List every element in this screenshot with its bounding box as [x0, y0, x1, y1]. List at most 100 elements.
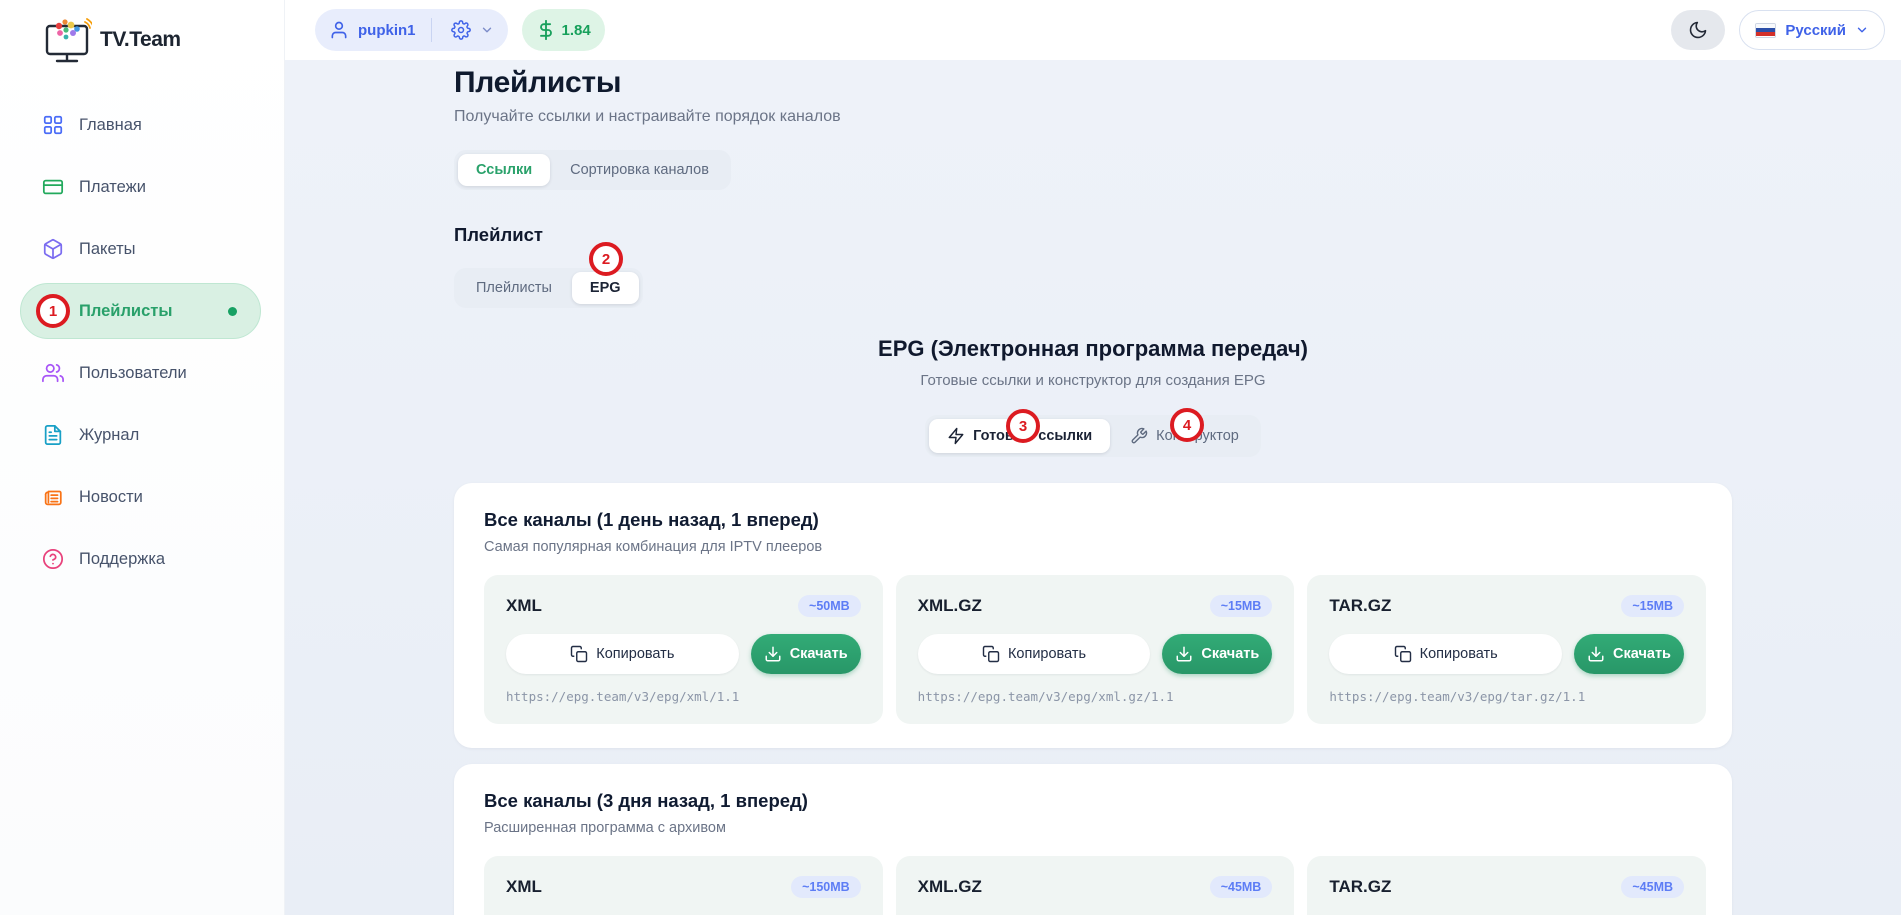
format-tile-targz: TAR.GZ ~45MB: [1307, 856, 1706, 915]
copy-button[interactable]: Копировать: [506, 634, 739, 674]
download-icon: [1587, 645, 1605, 663]
sidebar-item-payments[interactable]: Платежи: [0, 156, 284, 218]
card-subtitle: Самая популярная комбинация для IPTV пле…: [484, 539, 1706, 555]
format-name: TAR.GZ: [1329, 596, 1391, 616]
help-icon: [42, 548, 64, 570]
copy-label: Копировать: [1420, 646, 1498, 662]
download-icon: [1175, 645, 1193, 663]
annotation-marker-3: 3: [1006, 409, 1040, 443]
copy-button[interactable]: Копировать: [1329, 634, 1562, 674]
logo[interactable]: TV.Team: [0, 0, 284, 64]
package-icon: [42, 238, 64, 260]
download-icon: [764, 645, 782, 663]
sidebar-item-label: Платежи: [79, 178, 146, 197]
topbar-right: Русский: [1671, 10, 1901, 50]
copy-icon: [1394, 645, 1412, 663]
card-title: Все каналы (3 дня назад, 1 вперед): [484, 790, 1706, 812]
size-badge: ~15MB: [1210, 595, 1273, 617]
news-icon: [42, 486, 64, 508]
download-label: Скачать: [1613, 646, 1671, 662]
download-button[interactable]: Скачать: [1162, 634, 1272, 674]
bolt-icon: [947, 427, 965, 445]
tab-links[interactable]: Ссылки: [458, 154, 550, 186]
russia-flag-icon: [1755, 23, 1776, 38]
copy-label: Копировать: [596, 646, 674, 662]
wrench-icon: [1130, 427, 1148, 445]
page-subtitle: Получайте ссылки и настраивайте порядок …: [454, 108, 1732, 126]
format-tile-xmlgz: XML.GZ ~45MB: [896, 856, 1295, 915]
gear-icon[interactable]: [451, 20, 471, 40]
sidebar-nav: Главная Платежи Пакеты Плейлисты Поль: [0, 94, 284, 590]
size-badge: ~50MB: [798, 595, 861, 617]
sidebar-item-home[interactable]: Главная: [0, 94, 284, 156]
sidebar: TV.Team Главная Платежи Пакеты Плейлисты: [0, 0, 285, 915]
tab-label: Сортировка каналов: [570, 162, 709, 178]
tab-channel-sorting[interactable]: Сортировка каналов: [552, 154, 727, 186]
epg-url: https://epg.team/v3/epg/xml.gz/1.1: [918, 689, 1273, 704]
download-label: Скачать: [790, 646, 848, 662]
copy-button[interactable]: Копировать: [918, 634, 1151, 674]
annotation-number: 1: [49, 303, 57, 320]
format-name: TAR.GZ: [1329, 877, 1391, 897]
epg-title: EPG (Электронная программа передач): [454, 336, 1732, 362]
size-badge: ~150MB: [791, 876, 861, 898]
card-subtitle: Расширенная программа с архивом: [484, 820, 1706, 836]
epg-mode-tab-group: Готовые ссылки Конструктор: [925, 415, 1261, 457]
copy-label: Копировать: [1008, 646, 1086, 662]
annotation-number: 3: [1019, 418, 1027, 435]
chevron-down-icon: [1855, 23, 1869, 37]
epg-subtitle: Готовые ссылки и конструктор для создани…: [454, 372, 1732, 389]
logo-text: TV.Team: [100, 28, 181, 52]
format-name: XML.GZ: [918, 596, 982, 616]
sidebar-item-label: Пользователи: [79, 364, 187, 383]
users-icon: [42, 362, 64, 384]
epg-card-1day: Все каналы (1 день назад, 1 вперед) Сама…: [454, 483, 1732, 748]
sidebar-item-users[interactable]: Пользователи: [0, 342, 284, 404]
sidebar-item-news[interactable]: Новости: [0, 466, 284, 528]
dark-mode-toggle[interactable]: [1671, 10, 1725, 50]
format-tile-xml: XML ~50MB Копировать Скачать https:: [484, 575, 883, 724]
sidebar-item-support[interactable]: Поддержка: [0, 528, 284, 590]
playlist-epg-tab-group: Плейлисты EPG: [454, 268, 643, 308]
epg-card-3days: Все каналы (3 дня назад, 1 вперед) Расши…: [454, 764, 1732, 915]
sidebar-item-label: Журнал: [79, 426, 139, 445]
balance-chip[interactable]: 1.84: [522, 9, 605, 51]
download-button[interactable]: Скачать: [751, 634, 861, 674]
moon-icon: [1688, 20, 1708, 40]
username: pupkin1: [358, 22, 416, 39]
tab-epg[interactable]: EPG: [572, 272, 639, 304]
sidebar-item-label: Поддержка: [79, 550, 165, 569]
balance-amount: 1.84: [562, 22, 591, 39]
copy-icon: [982, 645, 1000, 663]
format-tile-targz: TAR.GZ ~15MB Копировать Скачать htt: [1307, 575, 1706, 724]
sidebar-item-label: Новости: [79, 488, 143, 507]
sidebar-item-label: Пакеты: [79, 240, 136, 259]
format-name: XML: [506, 877, 542, 897]
user-icon: [329, 20, 349, 40]
annotation-number: 2: [602, 251, 610, 268]
tab-label: EPG: [590, 280, 621, 296]
sidebar-item-label: Главная: [79, 116, 142, 135]
format-name: XML.GZ: [918, 877, 982, 897]
annotation-marker-1: 1: [36, 294, 70, 328]
page-title: Плейлисты: [454, 66, 1732, 100]
tab-label: Ссылки: [476, 162, 532, 178]
epg-url: https://epg.team/v3/epg/xml/1.1: [506, 689, 861, 704]
sidebar-item-journal[interactable]: Журнал: [0, 404, 284, 466]
active-indicator-dot: [228, 307, 237, 316]
tab-playlists[interactable]: Плейлисты: [458, 272, 570, 304]
links-sorting-tab-group: Ссылки Сортировка каналов: [454, 150, 731, 190]
chevron-down-icon[interactable]: [480, 23, 494, 37]
download-button[interactable]: Скачать: [1574, 634, 1684, 674]
annotation-marker-2: 2: [589, 242, 623, 276]
format-tile-xmlgz: XML.GZ ~15MB Копировать Скачать htt: [896, 575, 1295, 724]
sidebar-item-label: Плейлисты: [79, 302, 172, 321]
user-account-chip[interactable]: pupkin1: [315, 9, 508, 51]
size-badge: ~45MB: [1621, 876, 1684, 898]
dashboard-icon: [42, 114, 64, 136]
language-selector[interactable]: Русский: [1739, 10, 1885, 50]
sidebar-item-packages[interactable]: Пакеты: [0, 218, 284, 280]
card-title: Все каналы (1 день назад, 1 вперед): [484, 509, 1706, 531]
dollar-icon: [536, 20, 556, 40]
size-badge: ~45MB: [1210, 876, 1273, 898]
